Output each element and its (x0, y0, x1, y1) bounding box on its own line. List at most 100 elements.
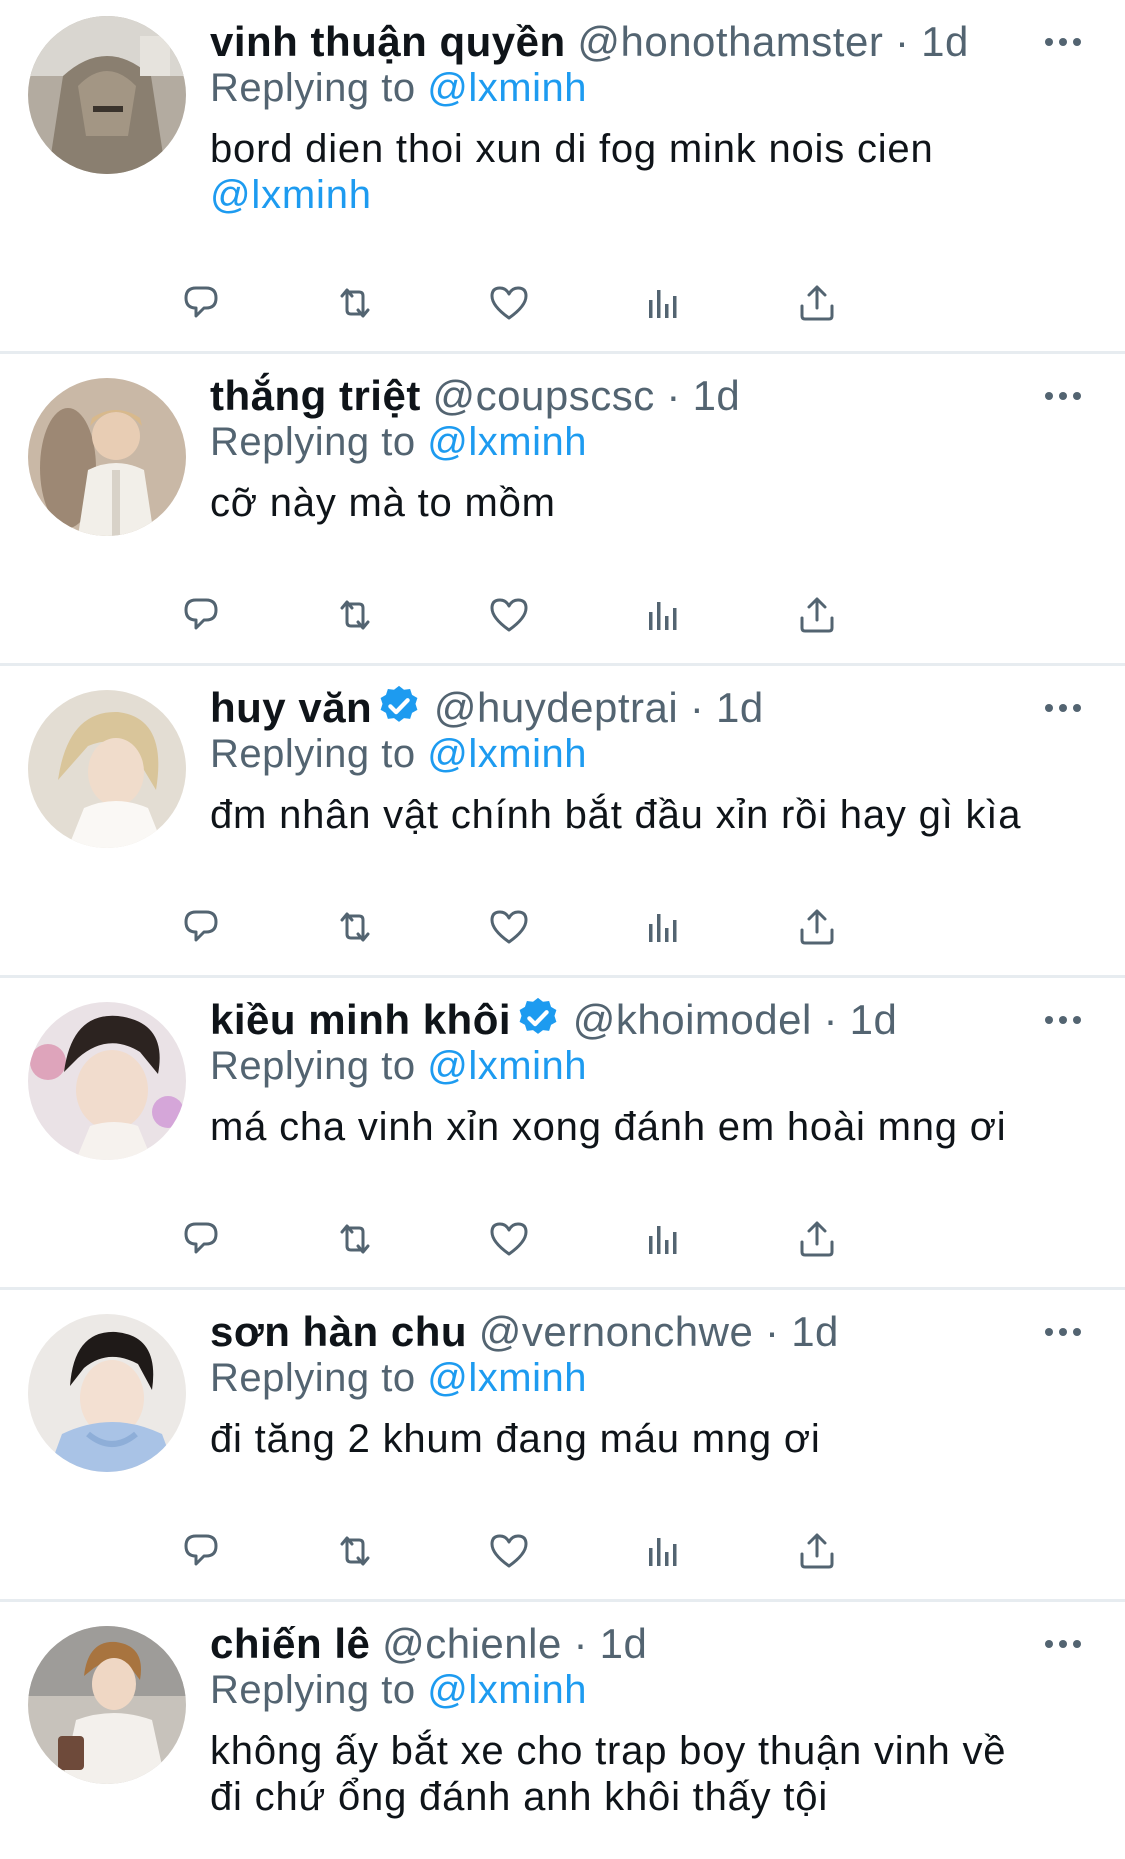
tweet-header: chiến lê @chienle · 1d (210, 1618, 1085, 1670)
analytics-button[interactable] (638, 1526, 688, 1576)
analytics-button[interactable] (638, 902, 688, 952)
retweet-button[interactable] (330, 1214, 380, 1264)
heart-button[interactable] (484, 278, 534, 328)
retweet-button[interactable] (330, 902, 380, 952)
display-name[interactable]: huy văn (210, 684, 372, 731)
retweet-button[interactable] (330, 1526, 380, 1576)
replying-mention[interactable]: @lxminh (427, 420, 587, 464)
more-icon[interactable] (1041, 994, 1085, 1046)
tweet[interactable]: chiến lê @chienle · 1d Replying to @lxmi… (0, 1602, 1125, 1859)
reply-icon (184, 1222, 218, 1254)
tweet[interactable]: sơn hàn chu @vernonchwe · 1d Replying to… (0, 1290, 1125, 1602)
analytics-button[interactable] (638, 278, 688, 328)
reply-button[interactable] (176, 1526, 226, 1576)
user-handle[interactable]: @vernonchwe (479, 1308, 754, 1355)
replying-mention[interactable]: @lxminh (427, 66, 587, 110)
timestamp[interactable]: 1d (850, 996, 898, 1043)
action-bar (184, 590, 1010, 640)
avatar[interactable] (28, 1314, 186, 1472)
share-button[interactable] (792, 590, 842, 640)
tweet[interactable]: kiều minh khôi @khoimodel · 1d Replying … (0, 978, 1125, 1290)
avatar[interactable] (28, 1002, 186, 1160)
avatar[interactable] (28, 16, 186, 174)
timestamp[interactable]: 1d (716, 684, 764, 731)
reply-button[interactable] (176, 590, 226, 640)
heart-button[interactable] (484, 590, 534, 640)
analytics-icon (649, 602, 677, 630)
display-name[interactable]: vinh thuận quyền (210, 18, 566, 65)
heart-icon (490, 910, 528, 944)
replying-mention[interactable]: @lxminh (427, 732, 587, 776)
share-button[interactable] (792, 278, 842, 328)
tweet[interactable]: huy văn @huydeptrai · 1d Replying to @lx… (0, 666, 1125, 978)
share-button[interactable] (792, 902, 842, 952)
verified-badge-icon (380, 685, 418, 722)
share-button[interactable] (792, 1214, 842, 1264)
heart-button[interactable] (484, 1526, 534, 1576)
user-handle[interactable]: @honothamster (577, 18, 883, 65)
tweet-text-line: đi chứ ổng đánh anh khôi thấy tội (210, 1775, 829, 1819)
heart-button[interactable] (484, 1214, 534, 1264)
tweet-text: cỡ này mà to mồm (210, 480, 1085, 526)
tweet[interactable]: thắng triệt @coupscsc · 1d Replying to @… (0, 354, 1125, 666)
avatar[interactable] (28, 378, 186, 536)
replying-to: Replying to @lxminh (210, 730, 1085, 778)
tweet-header: thắng triệt @coupscsc · 1d (210, 370, 1085, 422)
action-bar (184, 1214, 1010, 1264)
replying-mention[interactable]: @lxminh (427, 1668, 587, 1712)
timestamp[interactable]: 1d (791, 1308, 839, 1355)
display-name[interactable]: chiến lê (210, 1620, 370, 1667)
reply-button[interactable] (176, 1214, 226, 1264)
share-icon (800, 285, 834, 321)
timestamp[interactable]: 1d (921, 18, 969, 65)
analytics-button[interactable] (638, 1214, 688, 1264)
tweet-text: má cha vinh xỉn xong đánh em hoài mng ơi (210, 1104, 1085, 1150)
separator-dot: · (573, 1620, 588, 1667)
share-button[interactable] (792, 1526, 842, 1576)
avatar[interactable] (28, 690, 186, 848)
reply-button[interactable] (176, 902, 226, 952)
heart-icon (490, 598, 528, 632)
reply-button[interactable] (176, 278, 226, 328)
display-name[interactable]: sơn hàn chu (210, 1308, 467, 1355)
replying-label: Replying to (210, 1668, 416, 1712)
retweet-button[interactable] (330, 590, 380, 640)
tweet-text-line: không ấy bắt xe cho trap boy thuận vinh … (210, 1729, 1007, 1773)
display-name[interactable]: thắng triệt (210, 372, 421, 419)
tweet-text-line: má cha vinh xỉn xong đánh em hoài mng ơi (210, 1105, 1007, 1149)
analytics-button[interactable] (638, 590, 688, 640)
tweet[interactable]: vinh thuận quyền @honothamster · 1d Repl… (0, 0, 1125, 354)
tweet-text-line: cỡ này mà to mồm (210, 481, 556, 525)
user-handle[interactable]: @chienle (382, 1620, 562, 1667)
user-handle[interactable]: @huydeptrai (434, 684, 678, 731)
share-icon (800, 909, 834, 945)
timestamp[interactable]: 1d (693, 372, 741, 419)
verified-badge-icon (519, 997, 557, 1034)
user-handle[interactable]: @khoimodel (573, 996, 812, 1043)
action-bar (184, 278, 1010, 328)
more-icon[interactable] (1041, 16, 1085, 68)
more-icon[interactable] (1041, 682, 1085, 734)
replying-label: Replying to (210, 1044, 416, 1088)
retweet-icon (340, 288, 370, 318)
tweet-text: không ấy bắt xe cho trap boy thuận vinh … (210, 1728, 1085, 1820)
replying-mention[interactable]: @lxminh (427, 1356, 587, 1400)
avatar[interactable] (28, 1626, 186, 1784)
tweet-text: đm nhân vật chính bắt đầu xỉn rồi hay gì… (210, 792, 1085, 838)
more-icon[interactable] (1041, 1618, 1085, 1670)
avatar-image (28, 1002, 186, 1160)
more-icon[interactable] (1041, 370, 1085, 422)
retweet-button[interactable] (330, 278, 380, 328)
replying-mention[interactable]: @lxminh (427, 1044, 587, 1088)
heart-icon (490, 1534, 528, 1568)
share-icon (800, 1533, 834, 1569)
retweet-icon (340, 912, 370, 942)
tweet-text: đi tăng 2 khum đang máu mng ơi (210, 1416, 1085, 1462)
heart-button[interactable] (484, 902, 534, 952)
user-handle[interactable]: @coupscsc (433, 372, 655, 419)
tweet-mention[interactable]: @lxminh (210, 172, 1085, 218)
tweet-text-line: đm nhân vật chính bắt đầu xỉn rồi hay gì… (210, 793, 1022, 837)
display-name[interactable]: kiều minh khôi (210, 996, 511, 1043)
more-icon[interactable] (1041, 1306, 1085, 1358)
timestamp[interactable]: 1d (600, 1620, 648, 1667)
